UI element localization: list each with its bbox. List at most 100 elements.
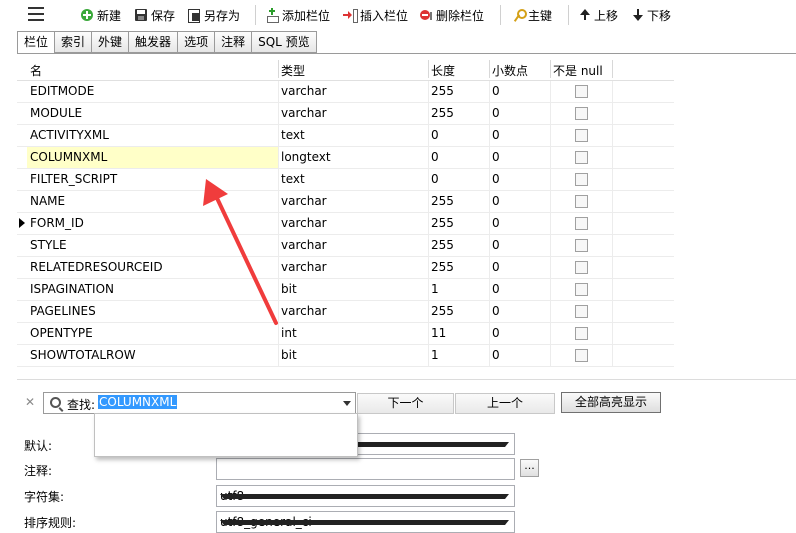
cell-decimals[interactable]: 0 <box>492 260 500 274</box>
cell-name[interactable]: STYLE <box>30 238 67 252</box>
cell-length[interactable]: 255 <box>431 106 454 120</box>
cell-name[interactable]: FORM_ID <box>30 216 84 230</box>
table-row[interactable]: STYLE varchar 255 0 <box>17 235 674 257</box>
table-row[interactable]: PAGELINES varchar 255 0 <box>17 301 674 323</box>
cell-name[interactable]: MODULE <box>30 106 82 120</box>
save-button[interactable]: 保存 <box>134 6 175 24</box>
cell-decimals[interactable]: 0 <box>492 304 500 318</box>
search-value[interactable]: COLUMNXML <box>98 395 178 409</box>
cell-decimals[interactable]: 0 <box>492 128 500 142</box>
table-row[interactable]: NAME varchar 255 0 <box>17 191 674 213</box>
not-null-checkbox[interactable] <box>575 261 588 274</box>
insert-field-button[interactable]: 插入栏位 <box>343 6 408 24</box>
cell-name[interactable]: FILTER_SCRIPT <box>30 172 117 186</box>
cell-type[interactable]: bit <box>281 348 297 362</box>
cell-length[interactable]: 0 <box>431 150 439 164</box>
cell-length[interactable]: 255 <box>431 194 454 208</box>
cell-decimals[interactable]: 0 <box>492 172 500 186</box>
move-up-button[interactable]: 上移 <box>579 6 618 24</box>
table-row[interactable]: OPENTYPE int 11 0 <box>17 323 674 345</box>
cell-length[interactable]: 255 <box>431 216 454 230</box>
cell-name[interactable]: RELATEDRESOURCEID <box>30 260 163 274</box>
tab-options[interactable]: 选项 <box>178 31 216 53</box>
highlight-all-button[interactable]: 全部高亮显示 <box>561 392 661 413</box>
not-null-checkbox[interactable] <box>575 327 588 340</box>
not-null-checkbox[interactable] <box>575 129 588 142</box>
table-row[interactable]: FILTER_SCRIPT text 0 0 <box>17 169 674 191</box>
cell-decimals[interactable]: 0 <box>492 84 500 98</box>
cell-type[interactable]: varchar <box>281 304 327 318</box>
not-null-checkbox[interactable] <box>575 151 588 164</box>
cell-name[interactable]: COLUMNXML <box>30 150 107 164</box>
cell-type[interactable]: varchar <box>281 216 327 230</box>
cell-type[interactable]: text <box>281 128 305 142</box>
cell-decimals[interactable]: 0 <box>492 216 500 230</box>
move-down-button[interactable]: 下移 <box>632 6 671 24</box>
cell-type[interactable]: varchar <box>281 194 327 208</box>
cell-decimals[interactable]: 0 <box>492 150 500 164</box>
collation-select[interactable]: utf8_general_ci <box>216 511 515 533</box>
table-row[interactable]: ISPAGINATION bit 1 0 <box>17 279 674 301</box>
tab-indexes[interactable]: 索引 <box>55 31 93 53</box>
cell-type[interactable]: varchar <box>281 238 327 252</box>
cell-name[interactable]: NAME <box>30 194 65 208</box>
header-not-null[interactable]: 不是 null <box>553 62 603 79</box>
charset-select[interactable]: utf8 <box>216 485 515 507</box>
cell-decimals[interactable]: 0 <box>492 238 500 252</box>
cell-length[interactable]: 255 <box>431 304 454 318</box>
not-null-checkbox[interactable] <box>575 305 588 318</box>
cell-length[interactable]: 255 <box>431 238 454 252</box>
save-as-button[interactable]: 另存为 <box>187 6 240 24</box>
chevron-down-icon[interactable] <box>343 401 351 406</box>
tab-fields[interactable]: 栏位 <box>17 31 56 54</box>
cell-length[interactable]: 0 <box>431 128 439 142</box>
not-null-checkbox[interactable] <box>575 173 588 186</box>
cell-length[interactable]: 11 <box>431 326 446 340</box>
cell-name[interactable]: EDITMODE <box>30 84 94 98</box>
comment-edit-button[interactable]: ... <box>520 459 539 477</box>
header-decimals[interactable]: 小数点 <box>492 62 528 79</box>
cell-type[interactable]: varchar <box>281 106 327 120</box>
not-null-checkbox[interactable] <box>575 349 588 362</box>
menu-icon[interactable] <box>28 7 44 21</box>
cell-type[interactable]: varchar <box>281 84 327 98</box>
cell-name[interactable]: PAGELINES <box>30 304 96 318</box>
header-type[interactable]: 类型 <box>281 62 305 79</box>
cell-type[interactable]: text <box>281 172 305 186</box>
cell-type[interactable]: bit <box>281 282 297 296</box>
tab-foreign-keys[interactable]: 外键 <box>92 31 130 53</box>
cell-decimals[interactable]: 0 <box>492 326 500 340</box>
tab-triggers[interactable]: 触发器 <box>129 31 179 53</box>
cell-length[interactable]: 255 <box>431 84 454 98</box>
tab-comment[interactable]: 注释 <box>215 31 253 53</box>
not-null-checkbox[interactable] <box>575 217 588 230</box>
cell-decimals[interactable]: 0 <box>492 106 500 120</box>
cell-length[interactable]: 0 <box>431 172 439 186</box>
chevron-down-icon[interactable] <box>220 494 509 499</box>
cell-length[interactable]: 1 <box>431 282 439 296</box>
header-length[interactable]: 长度 <box>431 62 455 79</box>
cell-name[interactable]: ACTIVITYXML <box>30 128 109 142</box>
not-null-checkbox[interactable] <box>575 239 588 252</box>
search-history-popup[interactable] <box>94 413 358 457</box>
table-row[interactable]: COLUMNXML longtext 0 0 <box>17 147 674 169</box>
not-null-checkbox[interactable] <box>575 85 588 98</box>
header-name[interactable]: 名 <box>30 62 42 79</box>
cell-type[interactable]: varchar <box>281 260 327 274</box>
table-row[interactable]: FORM_ID varchar 255 0 <box>17 213 674 235</box>
not-null-checkbox[interactable] <box>575 283 588 296</box>
cell-length[interactable]: 1 <box>431 348 439 362</box>
find-next-button[interactable]: 下一个 <box>357 393 454 414</box>
table-row[interactable]: RELATEDRESOURCEID varchar 255 0 <box>17 257 674 279</box>
cell-type[interactable]: longtext <box>281 150 331 164</box>
cell-decimals[interactable]: 0 <box>492 282 500 296</box>
close-search-icon[interactable]: ✕ <box>25 395 35 409</box>
cell-name[interactable]: OPENTYPE <box>30 326 93 340</box>
new-button[interactable]: 新建 <box>80 6 121 24</box>
table-row[interactable]: MODULE varchar 255 0 <box>17 103 674 125</box>
primary-key-button[interactable]: 主键 <box>511 6 552 24</box>
not-null-checkbox[interactable] <box>575 107 588 120</box>
chevron-down-icon[interactable] <box>220 520 509 525</box>
cell-name[interactable]: ISPAGINATION <box>30 282 114 296</box>
cell-type[interactable]: int <box>281 326 297 340</box>
